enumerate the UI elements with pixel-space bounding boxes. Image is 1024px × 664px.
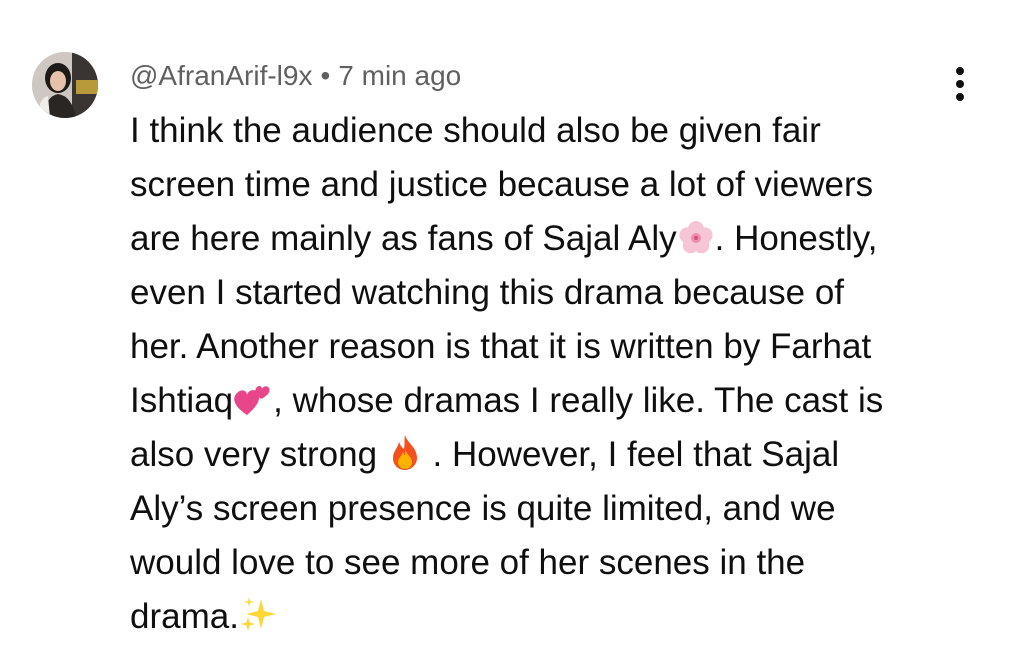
- two-hearts-icon: [233, 381, 273, 417]
- author-name[interactable]: @AfranArif-l9x: [130, 60, 312, 91]
- comment-line: I think the audience should also be give…: [130, 111, 821, 150]
- cherry-blossom-icon: [677, 221, 715, 255]
- comment-text: I think the audience should also be give…: [130, 104, 990, 644]
- comment: @AfranArif-l9x • 7 min ago I think the aud…: [0, 0, 1024, 664]
- sparkles-icon: [239, 595, 279, 633]
- more-vertical-icon-dot: [956, 80, 964, 88]
- comment-line: are here mainly as fans of Sajal Aly . H…: [130, 219, 878, 258]
- avatar[interactable]: [32, 52, 98, 118]
- fire-icon: [387, 433, 423, 471]
- comment-line: drama.: [130, 590, 990, 644]
- comment-line: screen time and justice because a lot of…: [130, 165, 874, 204]
- timestamp[interactable]: 7 min ago: [338, 60, 461, 91]
- comment-line: would love to see more of her scenes in …: [130, 543, 806, 582]
- more-vertical-icon: [956, 67, 964, 75]
- comment-line: even I started watching this drama becau…: [130, 273, 845, 312]
- separator: •: [320, 60, 331, 91]
- avatar-image: [32, 52, 98, 118]
- comment-line: Ishtiaq , whose dramas I really like. Th…: [130, 381, 884, 420]
- comment-header: @AfranArif-l9x • 7 min ago: [130, 58, 461, 94]
- more-options-button[interactable]: [940, 62, 980, 106]
- comment-line: her. Another reason is that it is writte…: [130, 327, 872, 366]
- more-vertical-icon-dot: [956, 93, 964, 101]
- comment-line: also very strong . However, I feel that …: [130, 433, 840, 474]
- comment-line: Aly’s screen presence is quite limited, …: [130, 489, 836, 528]
